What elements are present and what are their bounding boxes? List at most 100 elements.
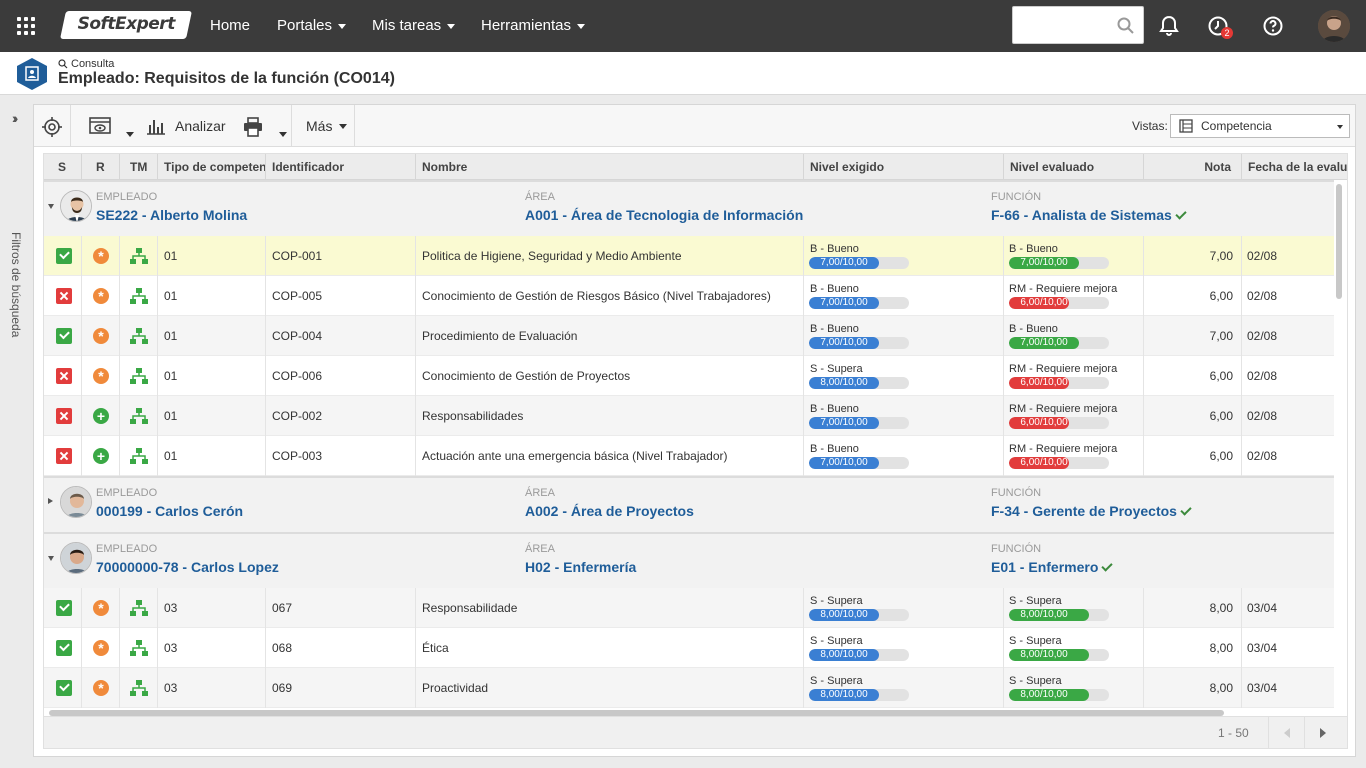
cell-tipo: 03 bbox=[158, 628, 266, 668]
analyze-button[interactable]: Analizar bbox=[146, 116, 226, 136]
user-avatar[interactable] bbox=[1318, 10, 1350, 42]
chevron-down-icon bbox=[338, 23, 347, 29]
table-row[interactable]: +01 COP-002 Responsabilidades B - Bueno 7,00… bbox=[44, 396, 1334, 436]
view-record-dropdown[interactable] bbox=[126, 124, 134, 144]
cell-nivel-evaluado: S - Supera 8,00/10,00 bbox=[1004, 588, 1144, 628]
employee-avatar bbox=[60, 542, 92, 574]
table-row[interactable]: * 03 067 Responsabilidade S - Supera 8,00/10,… bbox=[44, 588, 1334, 628]
function-caption: FUNCIÓN bbox=[991, 543, 1042, 555]
employee-group-header[interactable]: EMPLEADO 70000000-78 - Carlos Lopez ÁREA H0… bbox=[44, 532, 1334, 588]
print-dropdown[interactable] bbox=[279, 124, 287, 144]
target-icon[interactable] bbox=[42, 117, 62, 137]
toolbar-divider bbox=[291, 105, 292, 147]
view-record-icon[interactable] bbox=[89, 117, 111, 135]
table-row[interactable]: * 01 COP-005 Conocimiento de Gestión de Rie… bbox=[44, 276, 1334, 316]
cell-nivel-evaluado: RM - Requiere mejora 6,00/10,00 bbox=[1004, 396, 1144, 436]
cell-fecha: 02/08 bbox=[1247, 409, 1278, 423]
previous-page-button[interactable] bbox=[1268, 717, 1304, 749]
horizontal-scrollbar[interactable] bbox=[49, 710, 1224, 716]
collapse-caret-icon[interactable] bbox=[48, 204, 54, 209]
org-chart-icon bbox=[130, 640, 148, 656]
bell-icon[interactable] bbox=[1157, 14, 1181, 38]
org-chart-icon bbox=[130, 368, 148, 384]
area-value[interactable]: H02 - Enfermería bbox=[525, 559, 636, 575]
vertical-scrollbar[interactable] bbox=[1336, 184, 1342, 299]
evaluated-level-label: RM - Requiere mejora bbox=[1009, 443, 1118, 455]
column-header-tipo[interactable]: Tipo de competencia bbox=[158, 154, 266, 180]
search-input[interactable] bbox=[1012, 6, 1144, 44]
approved-check-icon bbox=[56, 680, 72, 696]
evaluated-level-value: 6,00/10,00 bbox=[1020, 297, 1068, 308]
column-header-r[interactable]: R bbox=[82, 154, 120, 180]
employee-avatar bbox=[60, 486, 92, 518]
required-level-value: 7,00/10,00 bbox=[820, 417, 868, 428]
employee-group-header[interactable]: EMPLEADO SE222 - Alberto Molina ÁREA A001 -… bbox=[44, 180, 1334, 236]
more-button[interactable]: Más bbox=[306, 116, 348, 136]
cell-identificador: COP-006 bbox=[266, 356, 416, 396]
function-value[interactable]: F-66 - Analista de Sistemas bbox=[991, 207, 1187, 223]
apps-grid-icon[interactable] bbox=[17, 17, 35, 35]
nav-mis-tareas[interactable]: Mis tareas bbox=[372, 17, 456, 34]
collapse-caret-icon[interactable] bbox=[48, 556, 54, 561]
required-level-bar: 7,00/10,00 bbox=[809, 457, 909, 469]
table-row[interactable]: +01 COP-003 Actuación ante una emergencia … bbox=[44, 436, 1334, 476]
expand-caret-icon[interactable] bbox=[48, 498, 53, 504]
employee-value[interactable]: 70000000-78 - Carlos Lopez bbox=[96, 559, 279, 575]
softexpert-logo[interactable]: SoftExpert bbox=[60, 11, 192, 39]
area-value[interactable]: A002 - Área de Proyectos bbox=[525, 503, 694, 519]
column-header-s[interactable]: S bbox=[44, 154, 82, 180]
next-page-button[interactable] bbox=[1304, 717, 1340, 749]
required-asterisk-icon: * bbox=[93, 640, 109, 656]
print-icon[interactable] bbox=[243, 117, 263, 137]
additional-plus-icon: + bbox=[93, 448, 109, 464]
employee-value[interactable]: 000199 - Carlos Cerón bbox=[96, 503, 243, 519]
rejected-x-icon bbox=[56, 288, 72, 304]
help-icon[interactable] bbox=[1261, 14, 1285, 38]
required-level-value: 7,00/10,00 bbox=[820, 257, 868, 268]
column-header-nivel-exigido[interactable]: Nivel exigido bbox=[804, 154, 1004, 180]
area-value[interactable]: A001 - Área de Tecnologia de Información bbox=[525, 207, 803, 223]
cell-nota: 6,00 bbox=[1144, 356, 1242, 396]
required-level-value: 8,00/10,00 bbox=[820, 377, 868, 388]
checkmark-icon bbox=[1180, 504, 1192, 516]
function-value[interactable]: F-34 - Gerente de Proyectos bbox=[991, 503, 1192, 519]
table-row[interactable]: * 01 COP-004 Procedimiento de Evaluación B -… bbox=[44, 316, 1334, 356]
list-view-icon bbox=[1179, 119, 1193, 133]
employee-caption: EMPLEADO bbox=[96, 487, 158, 499]
search-filters-sidebar[interactable]: ›› Filtros de búsqueda bbox=[0, 96, 34, 768]
evaluated-level-value: 8,00/10,00 bbox=[1020, 649, 1068, 660]
required-level-label: S - Supera bbox=[810, 635, 863, 647]
table-row[interactable]: * 01 COP-001 Politica de Higiene, Seguridad… bbox=[44, 236, 1334, 276]
evaluated-level-label: B - Bueno bbox=[1009, 243, 1058, 255]
required-level-value: 7,00/10,00 bbox=[820, 337, 868, 348]
required-level-value: 8,00/10,00 bbox=[820, 649, 868, 660]
employee-value[interactable]: SE222 - Alberto Molina bbox=[96, 207, 247, 223]
column-header-nombre[interactable]: Nombre bbox=[416, 154, 804, 180]
search-icon[interactable] bbox=[1117, 17, 1135, 35]
nav-portales[interactable]: Portales bbox=[277, 17, 347, 34]
required-level-label: S - Supera bbox=[810, 675, 863, 687]
evaluated-level-label: RM - Requiere mejora bbox=[1009, 283, 1118, 295]
required-level-label: B - Bueno bbox=[810, 443, 859, 455]
employee-group-header[interactable]: EMPLEADO 000199 - Carlos Cerón ÁREA A002 - … bbox=[44, 476, 1334, 532]
double-chevron-right-icon[interactable]: ›› bbox=[12, 110, 19, 126]
table-row[interactable]: * 03 068 Ética S - Supera 8,00/10,00 S - Super… bbox=[44, 628, 1334, 668]
column-header-nota[interactable]: Nota bbox=[1144, 154, 1242, 180]
nav-home[interactable]: Home bbox=[210, 17, 250, 34]
rejected-x-icon bbox=[56, 408, 72, 424]
cell-nota: 8,00 bbox=[1144, 628, 1242, 668]
required-level-label: S - Supera bbox=[810, 363, 863, 375]
nav-herramientas[interactable]: Herramientas bbox=[481, 17, 586, 34]
function-value[interactable]: E01 - Enfermero bbox=[991, 559, 1114, 575]
column-header-identificador[interactable]: Identificador bbox=[266, 154, 416, 180]
views-select[interactable]: Competencia bbox=[1170, 114, 1350, 138]
table-row[interactable]: * 03 069 Proactividad S - Supera 8,00/10,00 S … bbox=[44, 668, 1334, 708]
required-level-value: 8,00/10,00 bbox=[820, 609, 868, 620]
column-header-tm[interactable]: TM bbox=[120, 154, 158, 180]
required-level-bar: 8,00/10,00 bbox=[809, 377, 909, 389]
column-header-nivel-evaluado[interactable]: Nivel evaluado bbox=[1004, 154, 1144, 180]
column-header-fecha[interactable]: Fecha de la evaluación bbox=[1242, 154, 1347, 180]
required-asterisk-icon: * bbox=[93, 328, 109, 344]
table-row[interactable]: * 01 COP-006 Conocimiento de Gestión de Pro… bbox=[44, 356, 1334, 396]
chevron-down-icon bbox=[447, 23, 456, 29]
